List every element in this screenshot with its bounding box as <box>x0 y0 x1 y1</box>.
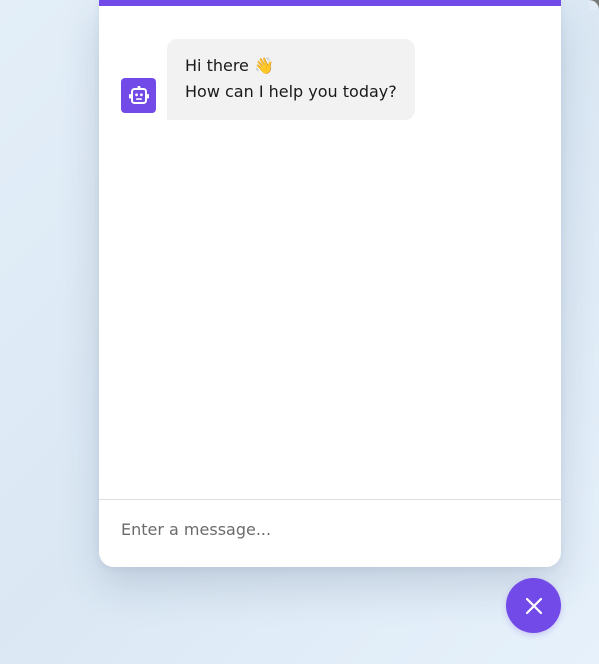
message-input[interactable] <box>121 520 521 548</box>
close-icon <box>525 597 543 615</box>
robot-icon <box>121 78 156 113</box>
chat-input-area <box>99 499 561 567</box>
chatbot-toggle-button[interactable] <box>506 578 561 633</box>
message-line-greeting: Hi there 👋 <box>185 56 274 75</box>
message-bubble: Hi there 👋 How can I help you today? <box>167 39 415 120</box>
window-corner <box>589 0 599 10</box>
chatbox: Hi there 👋 How can I help you today? <box>99 6 561 499</box>
incoming-message: Hi there 👋 How can I help you today? <box>121 39 415 120</box>
message-line-question: How can I help you today? <box>185 82 397 101</box>
chatbot-window: Hi there 👋 How can I help you today? <box>99 0 561 567</box>
